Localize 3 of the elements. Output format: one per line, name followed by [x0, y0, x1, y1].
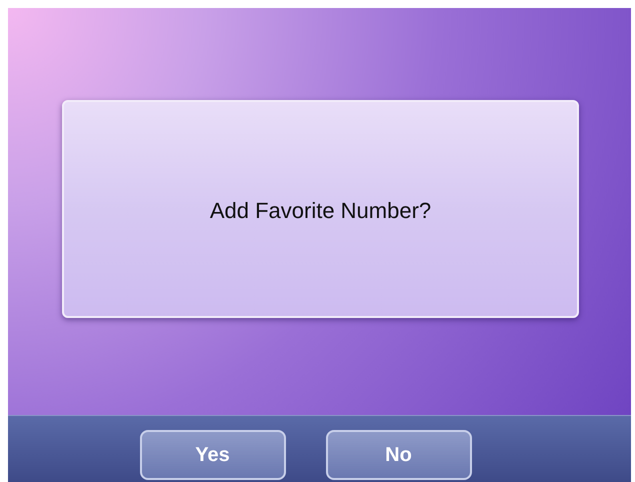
dialog-button[interactable]: No: [326, 430, 472, 480]
dialog-button[interactable]: Yes: [140, 430, 286, 480]
dialog-message: Add Favorite Number?: [210, 196, 432, 224]
